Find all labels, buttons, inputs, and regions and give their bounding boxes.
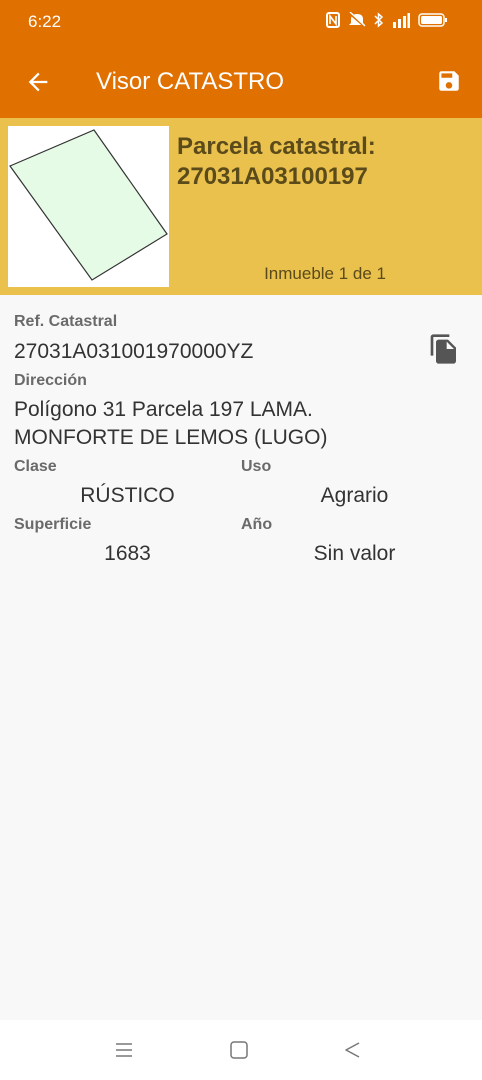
parcel-shape-icon [9, 129, 168, 281]
nfc-icon [326, 12, 340, 28]
save-icon[interactable] [436, 68, 462, 94]
anio-label: Año [241, 516, 273, 533]
uso-value: Agrario [320, 484, 389, 507]
status-bar: 6:22 [0, 0, 482, 44]
parcel-header: Parcela catastral: 27031A03100197 Inmueb… [0, 118, 482, 295]
menu-icon[interactable] [113, 1040, 135, 1060]
parcel-id: 27031A03100197 [177, 163, 368, 190]
signal-icon [393, 13, 410, 28]
clase-label: Clase [14, 458, 57, 475]
direccion-line-2: MONFORTE DE LEMOS (LUGO) [14, 426, 328, 449]
home-icon[interactable] [228, 1040, 250, 1060]
anio-value: Sin valor [313, 542, 396, 565]
status-time: 6:22 [28, 12, 62, 31]
direccion-line-1: Polígono 31 Parcela 197 LAMA. [14, 398, 313, 421]
bluetooth-icon [374, 12, 384, 28]
arrow-left-icon[interactable] [24, 68, 52, 96]
mute-icon [348, 12, 366, 28]
superficie-value: 1683 [104, 542, 151, 565]
page-title: Visor CATASTRO [96, 68, 285, 95]
ref-catastral-label: Ref. Catastral [14, 313, 118, 330]
system-nav-bar [0, 1020, 482, 1080]
superficie-label: Superficie [14, 516, 92, 533]
details-panel: Ref. Catastral 27031A031001970000YZ Dire… [0, 295, 482, 1020]
ref-catastral-value: 27031A031001970000YZ [14, 340, 254, 363]
battery-icon [418, 13, 447, 27]
clase-value: RÚSTICO [80, 484, 175, 507]
inmueble-counter: Inmueble 1 de 1 [264, 264, 386, 283]
back-triangle-icon[interactable] [342, 1040, 364, 1060]
copy-icon[interactable] [428, 333, 460, 365]
uso-label: Uso [241, 458, 272, 475]
parcel-label: Parcela catastral: [177, 133, 376, 160]
app-bar: Visor CATASTRO [0, 44, 482, 118]
status-icons [326, 12, 448, 28]
direccion-label: Dirección [14, 372, 87, 389]
parcel-thumbnail[interactable] [8, 126, 169, 287]
